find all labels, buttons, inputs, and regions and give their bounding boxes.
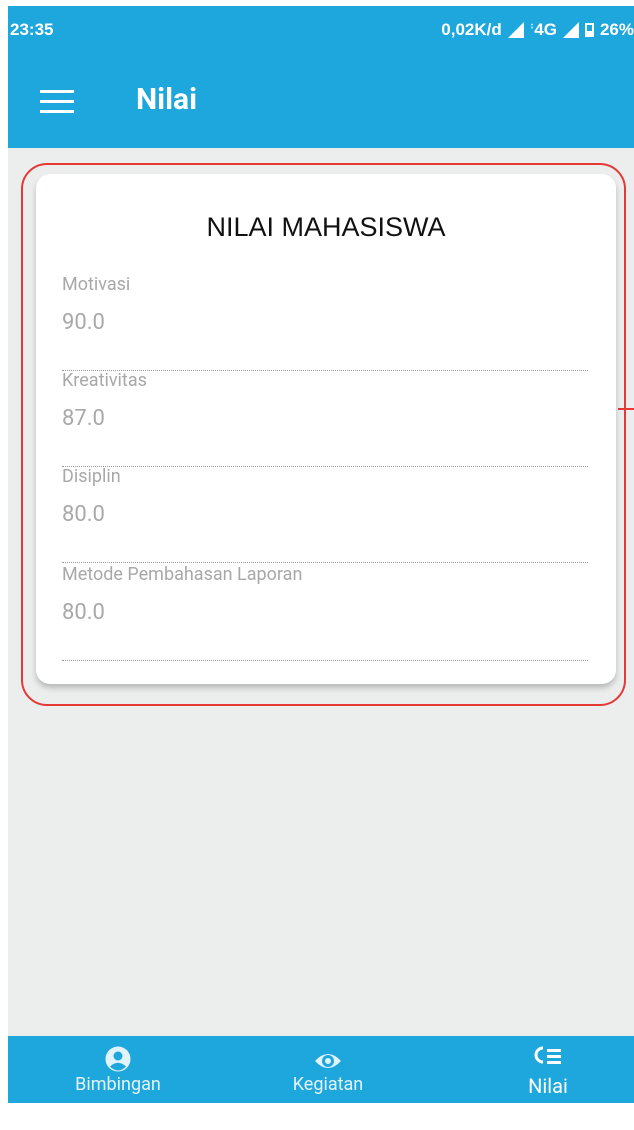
status-bar: 23:35 0,02K/d ↕4G 26% [8, 6, 634, 52]
field-value: 87.0 [62, 406, 105, 431]
field-label: Metode Pembahasan Laporan [62, 564, 303, 585]
status-time: 23:35 [10, 20, 54, 39]
grades-list-icon [534, 1046, 561, 1064]
field-motivasi: Motivasi 90.0 [62, 274, 588, 371]
network-label: 4G [534, 20, 557, 39]
status-right: 0,02K/d ↕4G 26% [441, 20, 634, 40]
menu-icon[interactable] [40, 90, 74, 113]
app-bar: Nilai [8, 52, 634, 148]
tab-bimbingan[interactable]: Bimbingan [48, 1036, 188, 1103]
tab-label: Nilai [528, 1074, 568, 1098]
tab-label: Bimbingan [75, 1074, 161, 1095]
app-screen: 23:35 0,02K/d ↕4G 26% Nilai NILAI MAHASI… [8, 6, 634, 1103]
net-speed: 0,02K/d [441, 20, 502, 39]
field-label: Disiplin [62, 466, 121, 487]
signal-icon-2 [562, 22, 579, 38]
network-type: ↕4G [529, 20, 557, 39]
highlight-connector [618, 408, 634, 410]
field-value: 80.0 [62, 502, 105, 527]
field-value: 80.0 [62, 600, 105, 625]
grades-card: NILAI MAHASISWA Motivasi 90.0 Kreativita… [36, 174, 616, 684]
bottom-navigation: Bimbingan Kegiatan Nilai [8, 1036, 634, 1103]
eye-icon [315, 1054, 341, 1068]
battery-icon [584, 23, 594, 37]
page-title: Nilai [136, 82, 198, 117]
tab-label: Kegiatan [292, 1074, 364, 1095]
field-label: Motivasi [62, 274, 131, 295]
field-kreativitas: Kreativitas 87.0 [62, 370, 588, 467]
field-metode: Metode Pembahasan Laporan 80.0 [62, 564, 588, 661]
card-title: NILAI MAHASISWA [206, 212, 446, 242]
tab-nilai[interactable]: Nilai [488, 1036, 608, 1103]
signal-icon [507, 22, 524, 38]
battery-level: 26% [599, 20, 634, 39]
field-label: Kreativitas [62, 370, 147, 391]
field-value: 90.0 [62, 310, 105, 335]
account-circle-icon [105, 1046, 131, 1072]
tab-kegiatan[interactable]: Kegiatan [258, 1036, 398, 1103]
field-disiplin: Disiplin 80.0 [62, 466, 588, 563]
